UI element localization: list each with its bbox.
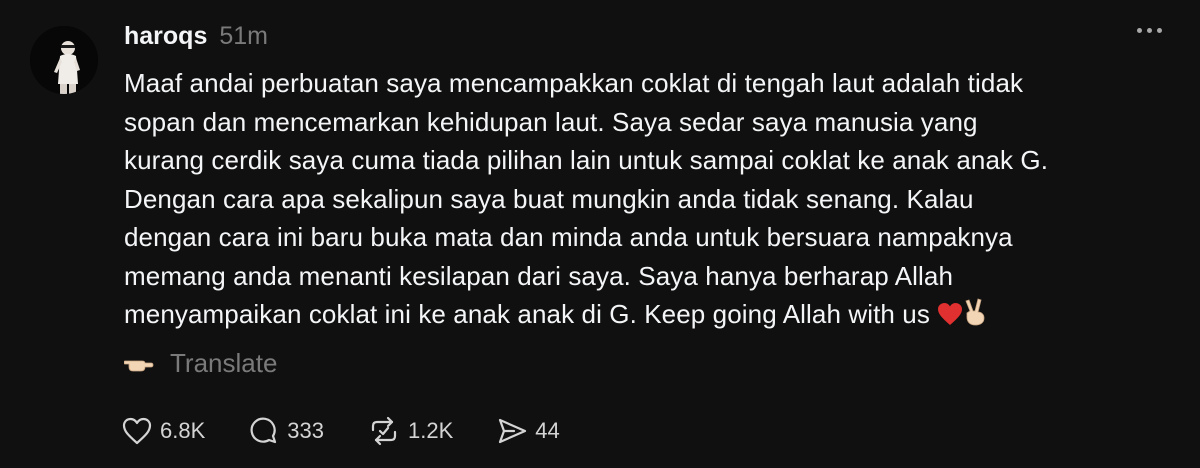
send-icon — [497, 417, 527, 445]
share-count: 44 — [535, 418, 560, 443]
like-button[interactable]: 6.8K — [122, 417, 205, 445]
post-line: menyampaikan coklat ini ke anak anak di … — [124, 299, 930, 329]
post-line: dengan cara ini baru buka mata dan minda… — [124, 222, 1013, 252]
post-header: haroqs 51m — [124, 22, 268, 51]
victory-hand-emoji — [963, 298, 987, 326]
like-count: 6.8K — [160, 418, 206, 443]
more-options-icon[interactable] — [1137, 28, 1162, 33]
translate-label: Translate — [170, 348, 278, 378]
post-line: Maaf andai perbuatan saya mencampakkan c… — [124, 68, 1024, 98]
reply-count: 333 — [287, 418, 324, 443]
post-line: sopan dan mencemarkan kehidupan laut. Sa… — [124, 106, 978, 137]
reply-button[interactable]: 333 — [249, 416, 324, 446]
post-line: memang anda menanti kesilapan dari saya.… — [124, 260, 954, 291]
timestamp: 51m — [219, 22, 268, 50]
post-line: Dengan cara apa sekalipun saya buat mung… — [124, 183, 974, 214]
translate-link[interactable]: Translate — [124, 348, 277, 379]
share-button[interactable]: 44 — [497, 417, 560, 445]
avatar-image — [30, 26, 98, 94]
heart-icon — [122, 417, 152, 445]
heart-emoji — [937, 302, 963, 326]
action-bar: 6.8K 333 1.2K 44 — [122, 416, 604, 446]
repost-count: 1.2K — [407, 418, 454, 443]
comment-icon — [249, 416, 279, 446]
repost-button[interactable]: 1.2K — [368, 416, 453, 446]
post-line: kurang cerdik saya cuma tiada pilihan la… — [124, 145, 1049, 175]
pointing-hand-icon — [124, 355, 154, 373]
username[interactable]: haroqs — [124, 22, 207, 51]
repost-icon — [368, 416, 400, 446]
avatar[interactable] — [30, 26, 98, 94]
post-body: Maaf andai perbuatan saya mencampakkan c… — [124, 64, 1174, 334]
